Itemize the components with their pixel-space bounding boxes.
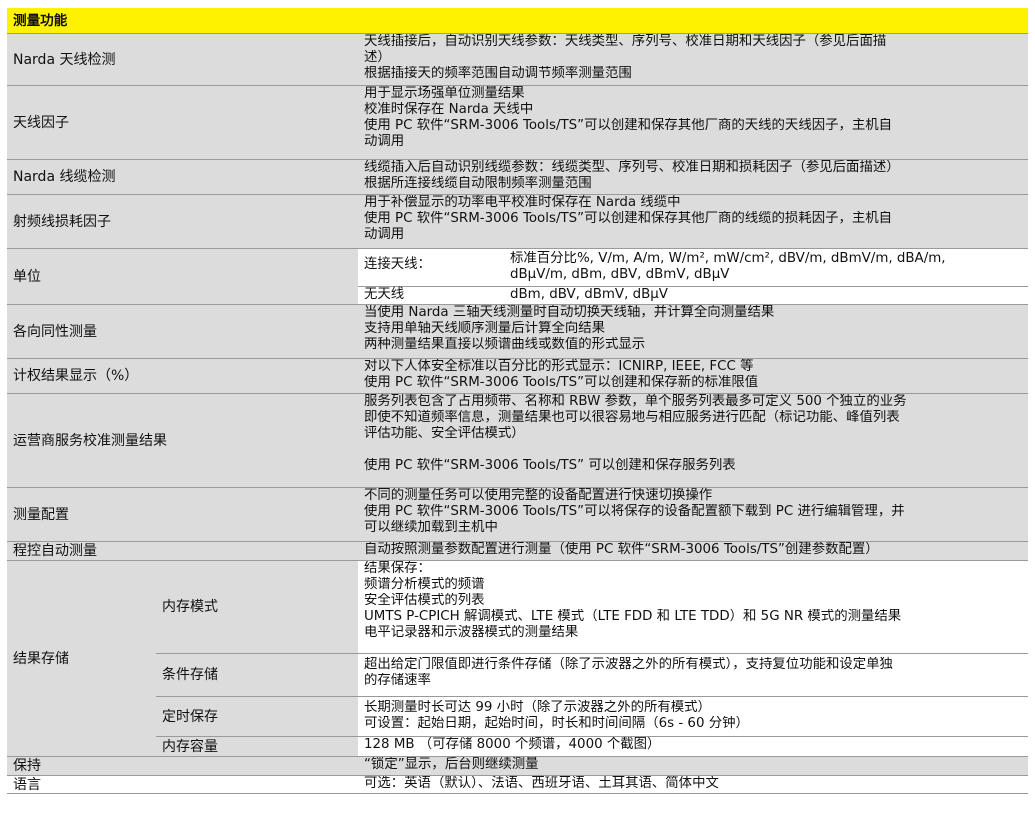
desc-line: 动调用	[364, 134, 405, 149]
row-label: 保持	[7, 756, 358, 776]
row-label: 测量配置	[7, 487, 358, 542]
desc-line: 使用 PC 软件“SRM-3006 Tools/TS”可以创建和保存其他厂商的天…	[364, 118, 893, 133]
desc-line: “锁定”显示，后台则继续测量	[364, 757, 539, 772]
row-description: 对以下人体安全标准以百分比的形式显示：ICNIRP, IEEE, FCC 等 使…	[358, 358, 1028, 394]
row-description: 自动按照测量参数配置进行测量（使用 PC 软件“SRM-3006 Tools/T…	[358, 541, 1028, 561]
table-row: Narda 线缆检测 线缆插入后自动识别线缆参数：线缆类型、序列号、校准日期和损…	[7, 159, 1028, 195]
desc-line: 使用 PC 软件“SRM-3006 Tools/TS”可以创建和保存其他厂商的线…	[364, 211, 893, 226]
desc-line: 支持用单轴天线顺序测量后计算全向结果	[364, 321, 606, 336]
table-row: 保持 “锁定”显示，后台则继续测量	[7, 756, 1028, 776]
desc-line: 用于显示场强单位测量结果	[364, 86, 525, 101]
desc-line: 两种测量结果直接以频谱曲线或数值的形式显示	[364, 337, 646, 352]
row-label: 计权结果显示（%）	[7, 358, 358, 394]
desc-line: 长期测量时长可达 99 小时（除了示波器之外的所有模式）	[364, 700, 711, 715]
desc-line: 述）	[364, 50, 391, 65]
row-description: 用于显示场强单位测量结果 校准时保存在 Narda 天线中 使用 PC 软件“S…	[358, 85, 1028, 160]
desc-line: 结果保存：	[364, 561, 431, 576]
row-label: Narda 天线检测	[7, 33, 358, 86]
desc-line: 评估功能、安全评估模式）	[364, 426, 525, 441]
row-description: 天线插接后，自动识别天线参数：天线类型、序列号、校准日期和天线因子（参见后面描 …	[358, 33, 1028, 86]
units-line: dBm, dBV, dBmV, dBμV	[510, 287, 668, 302]
units-line: dBμV/m, dBm, dBV, dBmV, dBμV	[510, 267, 730, 282]
desc-line: 频谱分析模式的频谱	[364, 577, 485, 592]
row-description: 超出给定门限值即进行条件存储（除了示波器之外的所有模式），支持复位功能和设定单独…	[358, 653, 1028, 697]
sub-label: 内存模式	[156, 560, 358, 654]
sub-label: 条件存储	[156, 653, 358, 697]
desc-line: 128 MB （可存储 8000 个频谱，4000 个截图）	[364, 737, 661, 752]
units-line: 标准百分比%, V/m, A/m, W/m², mW/cm², dBV/m, d…	[510, 251, 946, 266]
table-row: Narda 天线检测 天线插接后，自动识别天线参数：天线类型、序列号、校准日期和…	[7, 33, 1028, 86]
desc-line: 使用 PC 软件“SRM-3006 Tools/TS”可以创建和保存新的标准限值	[364, 375, 759, 390]
table-row: 运营商服务校准测量结果 服务列表包含了占用频带、名称和 RBW 参数，单个服务列…	[7, 393, 1028, 488]
measurement-features-table: 测量功能 Narda 天线检测 天线插接后，自动识别天线参数：天线类型、序列号、…	[7, 8, 1028, 794]
table-row: 条件存储 超出给定门限值即进行条件存储（除了示波器之外的所有模式），支持复位功能…	[7, 653, 1028, 697]
desc-line: 校准时保存在 Narda 天线中	[364, 102, 534, 117]
table-row: 程控自动测量 自动按照测量参数配置进行测量（使用 PC 软件“SRM-3006 …	[7, 541, 1028, 561]
desc-line: 使用 PC 软件“SRM-3006 Tools/TS”可以将保存的设备配置额下载…	[364, 504, 905, 519]
desc-line: 电平记录器和示波器模式的测量结果	[364, 625, 579, 640]
desc-line: 用于补偿显示的功率电平校准时保存在 Narda 线缆中	[364, 195, 681, 210]
desc-line: 线缆插入后自动识别线缆参数：线缆类型、序列号、校准日期和损耗因子（参见后面描述）	[364, 160, 900, 175]
units-none-label: 无天线	[364, 287, 405, 302]
desc-line: 可设置：起始日期，起始时间，时长和时间间隔（6s - 60 分钟）	[364, 716, 749, 731]
units-connected-label: 连接天线：	[364, 257, 431, 272]
desc-line: 自动按照测量参数配置进行测量（使用 PC 软件“SRM-3006 Tools/T…	[364, 542, 879, 557]
units-connected: 连接天线： 标准百分比%, V/m, A/m, W/m², mW/cm², dB…	[358, 248, 1028, 287]
section-title: 测量功能	[7, 8, 1028, 34]
sub-label: 定时保存	[156, 696, 358, 737]
desc-line: 对以下人体安全标准以百分比的形式显示：ICNIRP, IEEE, FCC 等	[364, 359, 754, 374]
row-description: 结果保存： 频谱分析模式的频谱 安全评估模式的列表 UMTS P-CPICH 解…	[358, 560, 1028, 654]
row-label: 各向同性测量	[7, 304, 358, 359]
row-label: Narda 线缆检测	[7, 159, 358, 195]
row-label: 单位	[7, 248, 358, 305]
row-description: 线缆插入后自动识别线缆参数：线缆类型、序列号、校准日期和损耗因子（参见后面描述）…	[358, 159, 1028, 195]
desc-line: 动调用	[364, 227, 405, 242]
sub-label: 内存容量	[156, 736, 358, 757]
row-description: “锁定”显示，后台则继续测量	[358, 756, 1028, 776]
row-description: 用于补偿显示的功率电平校准时保存在 Narda 线缆中 使用 PC 软件“SRM…	[358, 194, 1028, 249]
row-description: 长期测量时长可达 99 小时（除了示波器之外的所有模式） 可设置：起始日期，起始…	[358, 696, 1028, 737]
table-row: 定时保存 长期测量时长可达 99 小时（除了示波器之外的所有模式） 可设置：起始…	[7, 696, 1028, 737]
desc-line: 可选：英语（默认）、法语、西班牙语、土耳其语、简体中文	[364, 776, 719, 791]
desc-line: 根据插接天的频率范围自动调节频率测量范围	[364, 66, 632, 81]
table-row: 测量配置 不同的测量任务可以使用完整的设备配置进行快速切换操作 使用 PC 软件…	[7, 487, 1028, 542]
row-label: 射频线损耗因子	[7, 194, 358, 249]
desc-line: 天线插接后，自动识别天线参数：天线类型、序列号、校准日期和天线因子（参见后面描	[364, 34, 887, 49]
row-description: 可选：英语（默认）、法语、西班牙语、土耳其语、简体中文	[358, 775, 1028, 794]
desc-line: 即使不知道频率信息，测量结果也可以很容易地与相应服务进行匹配（标记功能、峰值列表	[364, 410, 900, 425]
table-row: 各向同性测量 当使用 Narda 三轴天线测量时自动切换天线轴，并计算全向测量结…	[7, 304, 1028, 359]
section-header: 测量功能	[7, 8, 1028, 34]
row-label: 结果存储	[7, 560, 156, 757]
table-row: 语言 可选：英语（默认）、法语、西班牙语、土耳其语、简体中文	[7, 775, 1028, 794]
table-row: 结果存储 内存模式 结果保存： 频谱分析模式的频谱 安全评估模式的列表 UMTS…	[7, 560, 1028, 757]
row-label: 天线因子	[7, 85, 358, 160]
desc-line: UMTS P-CPICH 解调模式、LTE 模式（LTE FDD 和 LTE T…	[364, 609, 902, 624]
spec-sheet: 测量功能 Narda 天线检测 天线插接后，自动识别天线参数：天线类型、序列号、…	[7, 8, 1028, 794]
table-row: 计权结果显示（%） 对以下人体安全标准以百分比的形式显示：ICNIRP, IEE…	[7, 358, 1028, 394]
desc-line: 不同的测量任务可以使用完整的设备配置进行快速切换操作	[364, 488, 713, 503]
desc-line: 当使用 Narda 三轴天线测量时自动切换天线轴，并计算全向测量结果	[364, 305, 775, 320]
row-description: 128 MB （可存储 8000 个频谱，4000 个截图）	[358, 736, 1028, 757]
table-row: 射频线损耗因子 用于补偿显示的功率电平校准时保存在 Narda 线缆中 使用 P…	[7, 194, 1028, 249]
row-label: 语言	[7, 775, 358, 794]
row-label: 程控自动测量	[7, 541, 358, 561]
table-row: 天线因子 用于显示场强单位测量结果 校准时保存在 Narda 天线中 使用 PC…	[7, 85, 1028, 160]
desc-line: 的存储速率	[364, 673, 431, 688]
row-description: 服务列表包含了占用频带、名称和 RBW 参数，单个服务列表最多可定义 500 个…	[358, 393, 1028, 488]
row-description: 当使用 Narda 三轴天线测量时自动切换天线轴，并计算全向测量结果 支持用单轴…	[358, 304, 1028, 359]
desc-line: 使用 PC 软件“SRM-3006 Tools/TS” 可以创建和保存服务列表	[364, 458, 736, 473]
table-row: 单位 连接天线： 标准百分比%, V/m, A/m, W/m², mW/cm²,…	[7, 248, 1028, 305]
desc-line: 服务列表包含了占用频带、名称和 RBW 参数，单个服务列表最多可定义 500 个…	[364, 394, 907, 409]
row-description: 不同的测量任务可以使用完整的设备配置进行快速切换操作 使用 PC 软件“SRM-…	[358, 487, 1028, 542]
row-label: 运营商服务校准测量结果	[7, 393, 358, 488]
desc-line: 超出给定门限值即进行条件存储（除了示波器之外的所有模式），支持复位功能和设定单独	[364, 657, 893, 672]
units-none: 无天线 dBm, dBV, dBmV, dBμV	[358, 286, 1028, 305]
desc-line: 安全评估模式的列表	[364, 593, 485, 608]
desc-line: 可以继续加载到主机中	[364, 520, 498, 535]
table-row: 内存容量 128 MB （可存储 8000 个频谱，4000 个截图）	[7, 736, 1028, 757]
desc-line: 根据所连接线缆自动限制频率测量范围	[364, 176, 592, 191]
